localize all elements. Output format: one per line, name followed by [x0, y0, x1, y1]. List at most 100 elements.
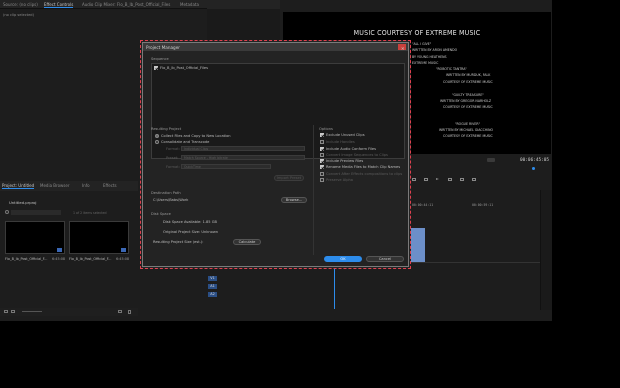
- option-checkbox[interactable]: [320, 165, 324, 169]
- sequence-list[interactable]: Flo_B_Ib_Post_Official_Files: [151, 63, 405, 159]
- source-tabbar: Source: (no clips) Effect Controls Audio…: [0, 0, 207, 9]
- option-include-handles[interactable]: Include Handles: [320, 140, 355, 144]
- preset-dropdown[interactable]: Match Source - High bitrate: [181, 155, 305, 160]
- trash-icon[interactable]: [128, 310, 131, 314]
- project-manager-dialog: Project Manager ✕ Sequence Flo_B_Ib_Post…: [140, 40, 411, 269]
- original-size: Original Project Size: Unknown: [163, 230, 219, 234]
- new-bin-icon[interactable]: [118, 310, 122, 313]
- tab-effect-controls[interactable]: Effect Controls: [44, 2, 74, 8]
- option-checkbox[interactable]: [320, 159, 324, 163]
- option-label: Include Handles: [326, 140, 355, 144]
- credit-line: "GUILTY TREASURE": [452, 93, 484, 97]
- sequence-item-label: Flo_B_Ib_Post_Official_Files: [160, 66, 208, 70]
- option-rename-media[interactable]: Rename Media Files to Match Clip Names: [320, 165, 400, 169]
- icon-view-icon[interactable]: [11, 310, 15, 313]
- play-icon[interactable]: [436, 178, 439, 180]
- collect-files-option[interactable]: Collect Files and Copy to New Location: [155, 134, 231, 138]
- timeline-ruler[interactable]: 00:00:44:11 00:00:59:11: [410, 200, 540, 207]
- option-checkbox[interactable]: [320, 133, 324, 137]
- close-button[interactable]: ✕: [398, 44, 406, 51]
- tab-media-browser[interactable]: Media Browser: [40, 183, 70, 188]
- clip-badge: [121, 248, 126, 252]
- ruler-label: 00:00:59:11: [472, 203, 494, 207]
- audio-meter: [540, 190, 552, 310]
- options-label: Options: [319, 127, 333, 131]
- program-playhead-marker[interactable]: [532, 167, 535, 170]
- resulting-project-label: Resulting Project: [151, 127, 182, 131]
- option-image-sequences[interactable]: Convert Image Sequences to Clips: [320, 153, 388, 157]
- sequence-item[interactable]: Flo_B_Ib_Post_Official_Files: [154, 66, 208, 70]
- clip-duration: 6:45:08: [116, 257, 130, 261]
- option-exclude-unused[interactable]: Exclude Unused Clips: [320, 133, 365, 137]
- option-ae-comps[interactable]: Convert After Effects compositions to cl…: [320, 172, 402, 176]
- option-checkbox[interactable]: [320, 147, 324, 151]
- dialog-title: Project Manager: [146, 45, 181, 50]
- cancel-button[interactable]: Cancel: [366, 256, 404, 262]
- tab-effects[interactable]: Effects: [103, 183, 117, 188]
- option-preview-files[interactable]: Include Preview Files: [320, 159, 363, 163]
- clip-name[interactable]: Flo_B_Ib_Post_Official_F...: [69, 257, 111, 261]
- tab-project[interactable]: Project: Untitled: [2, 183, 35, 189]
- format-label: Format:: [166, 147, 180, 151]
- credit-line: COURTESY OF EXTREME MUSIC: [443, 105, 493, 109]
- project-panel: Project: Untitled Media Browser Info Eff…: [0, 181, 138, 321]
- credit-line: "ROGUE RIVER": [455, 122, 481, 126]
- browse-button[interactable]: Browse...: [281, 197, 307, 203]
- sequence-label: Sequence: [151, 57, 169, 61]
- credit-line: "ROBOTIC TANTRA": [436, 67, 467, 71]
- close-icon: ✕: [401, 46, 405, 51]
- option-audio-conform[interactable]: Include Audio Conform Files: [320, 147, 376, 151]
- credit-line: BY YOUNG HEATHENS: [412, 55, 447, 59]
- track-a1-label[interactable]: A1: [208, 284, 217, 289]
- option-label: Include Audio Conform Files: [326, 147, 376, 151]
- tab-metadata[interactable]: Metadata: [180, 2, 199, 7]
- option-preserve-alpha[interactable]: Preserve Alpha: [320, 178, 353, 182]
- option-checkbox[interactable]: [320, 153, 324, 157]
- tab-source[interactable]: Source: (no clips): [3, 2, 38, 7]
- effects-side-scroll[interactable]: [207, 0, 280, 9]
- zoom-slider[interactable]: [22, 311, 42, 312]
- ruler-label: 00:00:44:11: [412, 203, 434, 207]
- clip-thumbnail[interactable]: [69, 221, 129, 254]
- ok-button[interactable]: OK: [324, 256, 362, 262]
- consolidate-option[interactable]: Consolidate and Transcode: [155, 140, 209, 144]
- timeline-video-clip[interactable]: [411, 228, 425, 262]
- credit-line: WRITTEN BY MURDUK, FALK: [446, 73, 491, 77]
- project-search-input[interactable]: [11, 210, 61, 215]
- import-preset-button[interactable]: Import Preset: [274, 175, 304, 181]
- collect-files-radio[interactable]: [155, 134, 159, 138]
- clip-thumbnail[interactable]: [5, 221, 65, 254]
- calculate-button[interactable]: Calculate: [233, 239, 261, 245]
- disk-space-label: Disk Space: [151, 212, 171, 216]
- option-checkbox[interactable]: [320, 140, 324, 144]
- preset-label: Preset:: [166, 156, 179, 160]
- track-v1-label[interactable]: V1: [208, 276, 217, 281]
- option-label: Exclude Unused Clips: [326, 133, 365, 137]
- sequence-checkbox[interactable]: [154, 66, 158, 70]
- project-name: Untitled.prproj: [9, 200, 37, 205]
- credit-line: EXTREME MUSIC: [412, 61, 439, 65]
- disk-available: Disk Space Available: 1.85 GB: [163, 220, 217, 224]
- option-label: Convert After Effects compositions to cl…: [326, 172, 403, 176]
- list-view-icon[interactable]: [4, 310, 8, 313]
- tab-info[interactable]: Info: [82, 183, 90, 188]
- clip-name[interactable]: Flo_B_Ib_Post_Official_F...: [5, 257, 47, 261]
- format-dropdown[interactable]: Individual Clips: [181, 146, 305, 151]
- options-divider: [313, 125, 314, 255]
- consolidate-radio[interactable]: [155, 140, 159, 144]
- clip-badge: [57, 248, 62, 252]
- track-a2-label[interactable]: A2: [208, 292, 217, 297]
- destination-path: C:\Users\Babs\Work: [153, 198, 189, 202]
- codec-dropdown[interactable]: QuickTime: [181, 164, 271, 169]
- program-zoom-icon[interactable]: [487, 158, 495, 162]
- credit-line: WRITTEN BY GREGOR NARHOLZ: [440, 99, 492, 103]
- dialog-titlebar[interactable]: Project Manager ✕: [143, 43, 408, 51]
- option-checkbox[interactable]: [320, 178, 324, 182]
- playhead-line[interactable]: [334, 269, 335, 309]
- consolidate-label: Consolidate and Transcode: [161, 140, 210, 144]
- timeline-divider: [410, 262, 540, 263]
- tab-audio-clip-mixer[interactable]: Audio Clip Mixer: Flo_B_Ib_Post_Official…: [82, 2, 170, 7]
- option-label: Rename Media Files to Match Clip Names: [326, 165, 401, 169]
- project-search-icon[interactable]: [5, 210, 9, 214]
- option-checkbox[interactable]: [320, 172, 324, 176]
